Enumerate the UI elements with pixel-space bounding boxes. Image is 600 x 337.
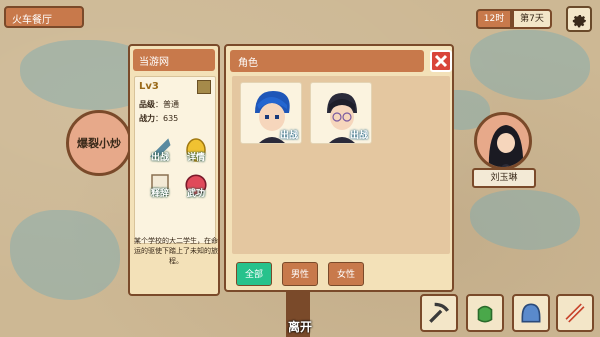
filter-male-button[interactable]: 男性	[282, 262, 318, 286]
map-location-label: 爆裂小炒	[77, 137, 121, 150]
item-chip-icon	[197, 80, 211, 94]
profile-title: 当游网	[133, 49, 215, 71]
npc-name-label: 刘玉琳	[472, 168, 536, 188]
roles-title: 角色	[230, 50, 424, 72]
role-status: 出战	[349, 131, 368, 141]
role-card[interactable]: 出战	[310, 82, 372, 144]
character-profile-panel: 当游网 Lv3 品级：普通 战力：635 出战 详情 释辞 武功 某个学校的大二…	[128, 44, 220, 296]
pickaxe-icon	[429, 302, 450, 323]
map-water	[470, 30, 590, 100]
release-button[interactable]: 释辞	[145, 171, 175, 199]
character-description: 某个学校的大二学生，在命运的驱使下踏上了未知的旅程。	[134, 237, 218, 265]
time-display: 12时	[476, 9, 512, 29]
power-row: 战力：635	[139, 114, 179, 123]
bag-button[interactable]	[466, 294, 504, 332]
tool-button[interactable]	[420, 294, 458, 332]
leave-label[interactable]: 离开	[270, 318, 330, 335]
train-label: 武功	[186, 189, 205, 199]
map-water	[10, 210, 120, 300]
close-icon	[434, 54, 448, 68]
power-value: 635	[163, 114, 179, 123]
profile-info-card: Lv3 品级：普通 战力：635 出战 详情 释辞 武功	[134, 76, 216, 244]
close-button[interactable]	[430, 50, 452, 72]
grade-row: 品级：普通	[139, 100, 179, 109]
roles-panel: 角色 出战 出战 全部 男性 女性	[224, 44, 454, 292]
bag-icon	[477, 305, 493, 323]
scroll-quest-icon	[565, 303, 585, 323]
grade-label: 品级	[139, 100, 155, 109]
deploy-label: 出战	[150, 153, 169, 163]
map-water	[470, 190, 580, 250]
quest-button[interactable]	[556, 294, 594, 332]
filter-female-button[interactable]: 女性	[328, 262, 364, 286]
release-label: 释辞	[150, 189, 169, 199]
helmet-icon	[521, 303, 541, 323]
filter-all-button[interactable]: 全部	[236, 262, 272, 286]
role-status: 出战	[279, 131, 298, 141]
settings-button[interactable]	[566, 6, 592, 32]
deploy-button[interactable]: 出战	[145, 135, 175, 163]
grade-value: 普通	[163, 100, 179, 109]
details-label: 详情	[186, 153, 205, 163]
level-label: Lv3	[139, 81, 159, 92]
location-tab[interactable]: 火车餐厅	[4, 6, 84, 28]
details-button[interactable]: 详情	[181, 135, 211, 163]
npc-portrait[interactable]	[474, 112, 532, 170]
train-button[interactable]: 武功	[181, 171, 211, 199]
role-card[interactable]: 出战	[240, 82, 302, 144]
power-label: 战力	[139, 114, 155, 123]
equipment-button[interactable]	[512, 294, 550, 332]
gear-icon	[572, 14, 587, 28]
npc-avatar	[488, 125, 524, 167]
roles-grid: 出战 出战	[232, 76, 450, 254]
map-location-badge[interactable]: 爆裂小炒	[66, 110, 132, 176]
day-display: 第7天	[512, 9, 552, 29]
